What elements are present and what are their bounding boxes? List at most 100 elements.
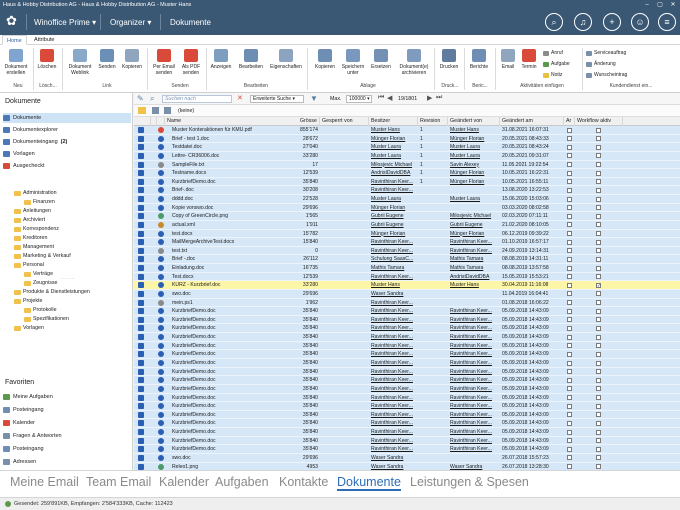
add-icon[interactable]: + [603, 13, 621, 31]
nav-team-email[interactable]: Team Email [86, 475, 151, 489]
tree-folder[interactable]: Marketing & Verkauf [14, 252, 71, 260]
tree-folder[interactable]: Archiviert [14, 216, 45, 224]
column-changed-by-header[interactable]: Geändert von [448, 117, 500, 126]
favorite-my-tasks[interactable]: Meine Aufgaben [3, 392, 131, 402]
table-row[interactable]: KurzbriefDemo.doc 35'840 Ravinthiran Keer.… [134, 307, 680, 316]
sidebar-item-inbox[interactable]: Dokumenteingang (2) [3, 137, 131, 147]
table-row[interactable]: KurzbriefDemo.doc 35'840 Ravinthiran Keer.… [134, 402, 680, 411]
copies-button[interactable]: Kopieren [312, 49, 338, 70]
table-row[interactable]: Testname.docx 12'539 AndristDavidDBA 1 Münge… [134, 169, 680, 178]
table-row[interactable]: test.docx 15'782 Münger Florian Münger Flor… [134, 229, 680, 239]
workflow-checkbox[interactable]: ✓ [596, 282, 601, 288]
table-row[interactable]: KurzbriefDemo.doc 35'840 Ravinthiran Keer.… [134, 333, 680, 342]
wish-entry-button[interactable]: Wunscheintrag [586, 72, 627, 78]
table-row[interactable]: Einladung.doc 16'735 Mathis Tamara Mathis T… [134, 264, 680, 273]
change-button[interactable]: Änderung [586, 61, 616, 67]
favorite-calendar[interactable]: Kalender [3, 418, 131, 428]
workflow-checkbox[interactable] [596, 127, 601, 133]
workflow-checkbox[interactable] [596, 300, 601, 306]
module-switcher[interactable]: Organizer ▾ [110, 9, 151, 35]
minimize-icon[interactable]: – [641, 0, 653, 9]
replace-button[interactable]: Ersetzen [368, 49, 394, 70]
favorite-inbox[interactable]: Posteingang [3, 405, 131, 415]
weblink-button[interactable]: Dokument Weblink [66, 49, 94, 76]
archive-checkbox[interactable] [567, 403, 572, 409]
workflow-checkbox[interactable] [596, 360, 601, 366]
copy-link-button[interactable]: Kopieren [120, 49, 144, 70]
workflow-checkbox[interactable] [596, 464, 601, 470]
archive-checkbox[interactable] [567, 153, 572, 159]
sidebar-item-explorer[interactable]: Dokumentexplorer [3, 125, 131, 135]
table-row[interactable]: KurzbriefDemo.doc 35'840 Ravinthiran Keer.… [134, 350, 680, 359]
maximize-icon[interactable]: ▢ [654, 0, 666, 9]
workflow-checkbox[interactable] [596, 291, 601, 297]
archive-checkbox[interactable] [567, 213, 572, 219]
workflow-checkbox[interactable] [596, 187, 601, 193]
first-page-icon[interactable]: ⏮ [378, 94, 384, 102]
workflow-checkbox[interactable] [596, 395, 601, 401]
table-row[interactable]: KurzbriefDemo.doc 35'840 Ravinthiran Keer.… [134, 436, 680, 446]
nav-documents[interactable]: Dokumente [337, 475, 401, 491]
nav-tasks[interactable]: Aufgaben [215, 475, 269, 489]
archive-checkbox[interactable] [567, 438, 572, 444]
email-activity-button[interactable]: Email [498, 49, 518, 70]
winoffice-logo-icon[interactable]: ✿ [6, 14, 20, 28]
send-mail-button[interactable]: Per Email senden [150, 49, 178, 76]
archive-checkbox[interactable] [567, 144, 572, 150]
favorite-inbox-2[interactable]: Posteingang [3, 444, 131, 454]
table-row[interactable]: swo.doc 29'696 Waser Sandra 26.07.2018 15:5… [134, 453, 680, 463]
close-icon[interactable]: ✕ [667, 0, 679, 9]
filter-icon[interactable]: ▼ [310, 94, 318, 103]
app-switcher[interactable]: Winoffice Prime ▾ [34, 9, 96, 35]
menu-icon[interactable]: ≡ [658, 13, 676, 31]
workflow-checkbox[interactable] [596, 239, 601, 245]
archive-checkbox[interactable] [567, 412, 572, 418]
archive-checkbox[interactable] [567, 274, 572, 280]
tree-folder[interactable]: Zeugnisse [24, 279, 57, 287]
tree-folder[interactable]: Produkte & Dienstleistungen [14, 288, 90, 296]
archive-checkbox[interactable] [567, 256, 572, 262]
archive-checkbox[interactable] [567, 300, 572, 306]
tree-folder[interactable]: Personal [14, 261, 44, 269]
nav-services-expenses[interactable]: Leistungen & Spesen [410, 475, 529, 489]
archive-button[interactable]: Dokument(e) archivieren [396, 49, 432, 76]
archive-checkbox[interactable] [567, 291, 572, 297]
next-page-icon[interactable]: ▶ [427, 94, 432, 102]
table-row[interactable]: KurzbriefDemo.doc 35'840 Ravinthiran Keer.… [134, 315, 680, 325]
column-type-header[interactable] [134, 117, 151, 126]
table-row[interactable]: KurzbriefDemo.doc 35'840 Ravinthiran Keer.… [134, 419, 680, 429]
archive-checkbox[interactable] [567, 317, 572, 323]
workflow-checkbox[interactable] [596, 438, 601, 444]
user-profile-icon[interactable]: ☺ [631, 13, 649, 31]
workflow-checkbox[interactable] [596, 308, 601, 314]
favorite-faq[interactable]: Fragen & Antworten [3, 431, 131, 441]
archive-checkbox[interactable] [567, 162, 572, 168]
tree-folder[interactable]: Vorlagen [14, 324, 44, 332]
archive-checkbox[interactable] [567, 386, 572, 392]
save-under-button[interactable]: Speichern unter [340, 49, 366, 76]
workflow-checkbox[interactable] [596, 222, 601, 228]
tree-folder[interactable]: Finanzen [24, 198, 55, 206]
archive-checkbox[interactable] [567, 127, 572, 133]
archive-checkbox[interactable] [567, 334, 572, 340]
workflow-checkbox[interactable] [596, 248, 601, 254]
table-row[interactable]: KurzbriefDemo.doc 35'840 Ravinthiran Keer.… [134, 341, 680, 351]
archive-checkbox[interactable] [567, 429, 572, 435]
workflow-checkbox[interactable] [596, 455, 601, 461]
archive-checkbox[interactable] [567, 308, 572, 314]
edit-pencil-icon[interactable]: ✎ [137, 94, 144, 103]
sort-icon[interactable] [164, 107, 171, 114]
table-row[interactable]: actual.xml 1'911 Gubrii Eugene Gubrii Eugen… [134, 220, 680, 230]
delete-button[interactable]: Löschen [35, 49, 59, 70]
tab-attribute[interactable]: Attribute [30, 35, 58, 45]
favorite-addresses[interactable]: Adressen [3, 457, 131, 467]
table-row[interactable]: KurzbriefDemo.doc 35'840 Ravinthiran Keer.… [134, 376, 680, 385]
group-selector[interactable]: (keine) [178, 108, 194, 114]
search-type-dropdown[interactable]: Erweiterte Suche ▾ [250, 95, 304, 103]
archive-checkbox[interactable] [567, 239, 572, 245]
column-owner-header[interactable]: Besitzer [369, 117, 418, 126]
appointment-button[interactable]: Termin [519, 49, 539, 70]
workflow-checkbox[interactable] [596, 231, 601, 237]
notifications-bell-icon[interactable]: ♫ [574, 13, 592, 31]
tree-folder[interactable]: Spezifikationen [24, 315, 69, 323]
